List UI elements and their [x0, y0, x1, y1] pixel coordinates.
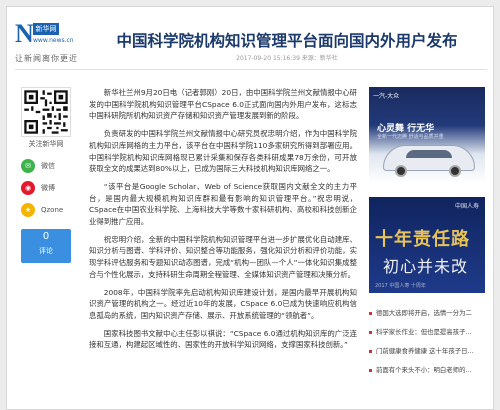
share-label: Qzone [41, 206, 64, 214]
logo-letter: N [15, 19, 34, 48]
recommended-link-text: 德国大选即将开启，选情一分为二 [376, 309, 472, 317]
logo-slogan: 让新闻离你更近 [15, 54, 78, 63]
article-paragraph: 国家科技图书文献中心主任彭以祺说：“CSpace 6.0通过机构知识库的广泛连接… [89, 328, 357, 350]
ad-subline: 初心并未改 [383, 257, 469, 276]
page-title: 中国科学院机构知识管理平台面向国内外用户发布 [116, 32, 458, 50]
article-paragraph: 负责研发的中国科学院兰州文献情报中心研究员祝忠明介绍，作为中国科学院机构知识库网… [89, 129, 357, 174]
comment-label: 评论 [39, 247, 53, 255]
comment-button[interactable]: 0 评论 [21, 229, 71, 263]
header-divider [15, 69, 487, 70]
wechat-icon: ✉ [21, 159, 35, 173]
share-qzone-button[interactable]: ★ Qzone [21, 203, 63, 217]
car-wheel [395, 165, 407, 177]
article-paragraph: “该平台是Google Scholar、Web of Science获取国内文献… [89, 181, 357, 227]
recommended-link-text: 前面有个来头不小：明白老师的... [376, 366, 472, 374]
insurance-advertisement[interactable]: 中国人寿 十年责任路 初心并未改 2017 中国人寿 十周年 [369, 197, 485, 293]
article-meta: 2017-09-20 15:16:39 来源：新华社 [236, 55, 338, 62]
recommended-link[interactable]: 德国大选即将开启，选情一分为二 [369, 309, 487, 318]
car-wheel [449, 165, 461, 177]
logo-url: www.news.cn [33, 37, 74, 44]
qr-code-icon [22, 88, 70, 136]
ad-headline: 十年责任路 [375, 229, 470, 250]
recommended-link-text: 科学家长作业：但也是提高孩子... [376, 328, 472, 336]
ad-subline: 全新一代迈腾 舒适与品质并重 [377, 134, 444, 140]
ad-brand: 一汽-大众 [373, 93, 400, 100]
weibo-icon: ◉ [21, 181, 35, 195]
recommended-list: 德国大选即将开启，选情一分为二 科学家长作业：但也是提高孩子... 门前健康食养… [369, 309, 487, 385]
article-paragraph: 2008年，中国科学院率先启动机构知识库建设计划，是国内最早开展机构知识资产管理… [89, 287, 357, 320]
comment-count: 0 [42, 231, 50, 242]
recommended-link[interactable]: 前面有个来头不小：明白老师的... [369, 366, 487, 375]
share-wechat-button[interactable]: ✉ 微信 [21, 159, 55, 173]
article-body: 新华社兰州9月20日电（记者郭刚）20日，由中国科学院兰州文献情报中心研发的中国… [89, 87, 357, 357]
recommended-link[interactable]: 科学家长作业：但也是提高孩子... [369, 328, 487, 337]
site-logo[interactable]: N 新华网 www.news.cn 让新闻离你更近 [15, 21, 81, 69]
car-advertisement[interactable]: 一汽-大众 心灵舞 行无华 全新一代迈腾 舒适与品质并重 [369, 87, 485, 183]
share-label: 微信 [41, 162, 55, 170]
bullet-icon [369, 369, 372, 372]
ad-brand: 中国人寿 [454, 203, 479, 210]
recommended-link[interactable]: 门前健康食养健康 这十年孩子日... [369, 347, 487, 356]
ad-footer: 2017 中国人寿 十周年 [375, 283, 426, 289]
share-label: 微博 [41, 184, 55, 192]
qzone-icon: ★ [21, 203, 35, 217]
article-paragraph: 祝忠明介绍，全新的中国科学院机构知识管理平台进一步扩展优化自动建库、知识分析与图… [89, 234, 357, 279]
article-page: N 新华网 www.news.cn 让新闻离你更近 中国科学院机构知识管理平台面… [6, 6, 494, 410]
logo-mark: N 新华网 www.news.cn [15, 19, 74, 48]
bullet-icon [369, 312, 372, 315]
bullet-icon [369, 331, 372, 334]
article-paragraph: 新华社兰州9月20日电（记者郭刚）20日，由中国科学院兰州文献情报中心研发的中国… [89, 88, 357, 121]
share-weibo-button[interactable]: ◉ 微博 [21, 181, 55, 195]
follow-label: 关注新华网 [28, 140, 64, 148]
bullet-icon [369, 350, 372, 353]
recommended-link-text: 门前健康食养健康 这十年孩子日... [376, 347, 474, 355]
logo-badge: 新华网 [33, 23, 59, 35]
qr-code [21, 87, 71, 137]
